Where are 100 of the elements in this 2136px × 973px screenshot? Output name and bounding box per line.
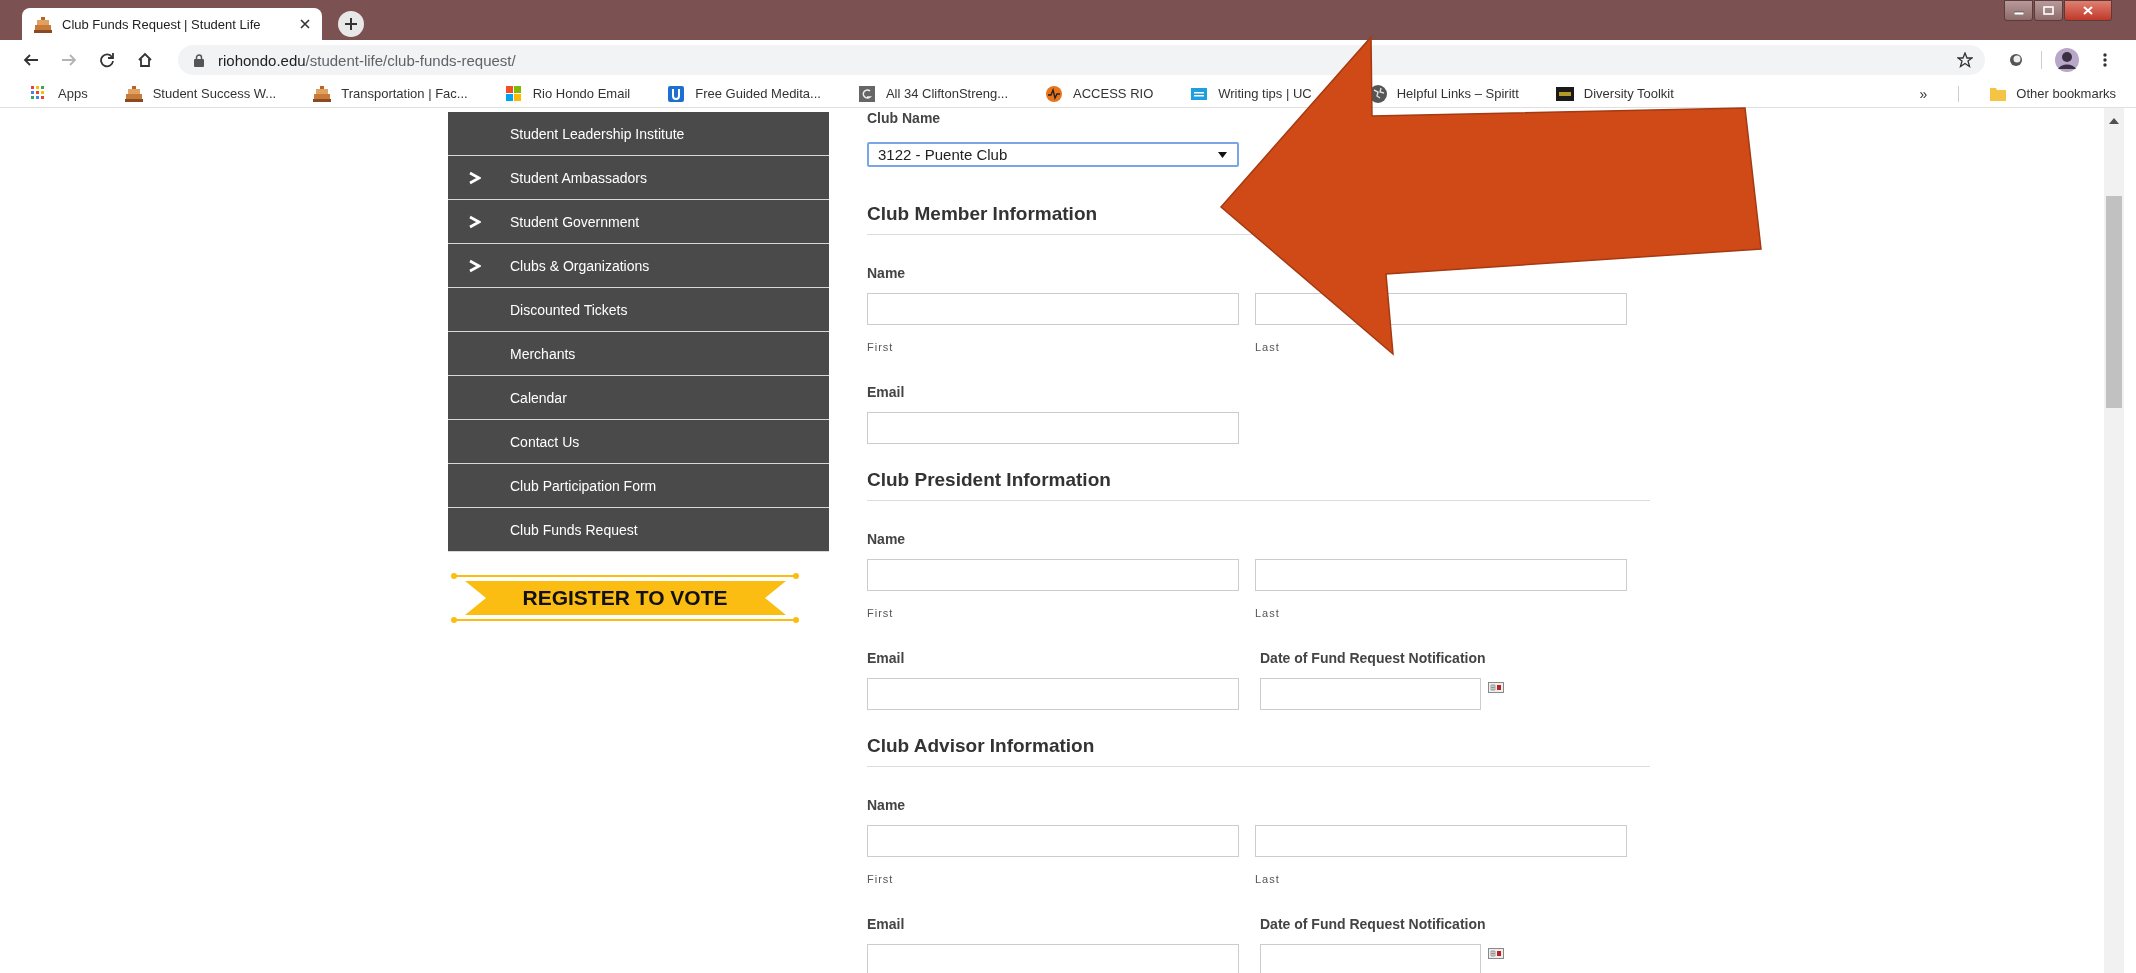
bookmark-label: Rio Hondo Email	[532, 86, 631, 101]
bookmark[interactable]: Diversity Toolkit	[1555, 84, 1674, 103]
bookmark[interactable]: ACCESS RIO	[1045, 84, 1154, 103]
first-name-field[interactable]	[867, 559, 1239, 591]
reload-icon	[99, 52, 115, 68]
restore-icon	[2043, 6, 2054, 15]
restore-button[interactable]	[2034, 0, 2063, 21]
last-name-field[interactable]	[1255, 825, 1627, 857]
sidebar-item[interactable]: Contact Us	[448, 420, 829, 464]
more-bookmarks-button[interactable]: »	[1919, 85, 1928, 102]
address-bar[interactable]: riohondo.edu/student-life/club-funds-request/	[178, 45, 1985, 75]
sidebar-item[interactable]: Club Participation Form	[448, 464, 829, 508]
circle-icon	[2008, 52, 2024, 68]
field-label: Date of Fund Request Notification	[1260, 916, 1487, 932]
lock-icon	[194, 53, 204, 67]
field-label: Name	[867, 797, 907, 813]
back-icon	[23, 52, 39, 68]
bookmark[interactable]: Transportation | Fac...	[313, 84, 468, 103]
bookmark-label: Apps	[58, 86, 88, 101]
new-tab-button[interactable]	[338, 11, 364, 37]
circle-icon	[1045, 84, 1064, 103]
browser-tab[interactable]: Club Funds Request | Student Life	[22, 8, 322, 40]
bookmark-label: Writing tips | UC	[1218, 86, 1312, 101]
bookmark-label: Helpful Links – Spiritt	[1396, 86, 1519, 101]
close-icon	[2083, 6, 2093, 15]
field-hint: First	[867, 872, 895, 886]
caret-icon	[1218, 151, 1227, 158]
calendar-icon	[1488, 682, 1504, 693]
field-label: Name	[867, 265, 907, 281]
sidebar-item[interactable]: Student Government	[448, 200, 829, 244]
scrollbar-thumb[interactable]	[2106, 196, 2122, 408]
tab-title: Club Funds Request | Student Life	[62, 16, 262, 32]
bookmark-label: Free Guided Medita...	[695, 86, 821, 101]
field-label: Email	[867, 650, 906, 666]
bookmark-label: All 34 CliftonStreng...	[885, 86, 1009, 101]
other-bookmarks[interactable]: Other bookmarks	[1990, 86, 2116, 101]
bookmark-label: Student Success W...	[152, 86, 277, 101]
chevron-icon	[468, 258, 481, 273]
close-icon	[300, 19, 310, 29]
bookmark[interactable]: Free Guided Medita...	[667, 84, 821, 103]
field-hint: First	[867, 340, 895, 354]
calendar-icon	[1488, 948, 1504, 959]
square-icon	[857, 84, 876, 103]
folder-icon	[1990, 86, 2007, 101]
field-label: Date of Fund Request Notification	[1260, 650, 1487, 666]
date-field[interactable]	[1260, 944, 1481, 973]
sidebar-item[interactable]: Merchants	[448, 332, 829, 376]
campus-icon	[313, 84, 332, 103]
field-hint: Last	[1255, 340, 1281, 354]
campus-icon	[34, 15, 52, 33]
chevron-icon	[468, 214, 481, 229]
bookmark-label: Other bookmarks	[2016, 86, 2116, 101]
forward-icon	[61, 52, 77, 68]
email-field[interactable]	[867, 944, 1239, 973]
field-hint: Last	[1255, 606, 1281, 620]
chevron-icon	[468, 170, 481, 185]
field-label: Email	[867, 916, 906, 932]
section-heading: Club President Information	[867, 468, 1650, 501]
calendar-button[interactable]	[1488, 682, 1504, 693]
bookmark-label: ACCESS RIO	[1073, 86, 1154, 101]
last-name-field[interactable]	[1255, 559, 1627, 591]
scrollbar[interactable]	[2104, 108, 2124, 973]
bookmark[interactable]: Writing tips | UC	[1190, 84, 1312, 103]
bookmark-label: Transportation | Fac...	[341, 86, 468, 101]
sidebar-item[interactable]: Clubs & Organizations	[448, 244, 829, 288]
bookmark-label: Diversity Toolkit	[1583, 86, 1674, 101]
close-button[interactable]	[2064, 0, 2112, 21]
avatar-icon	[2055, 48, 2079, 72]
bookmark[interactable]: All 34 CliftonStreng...	[857, 84, 1009, 103]
sidebar-item[interactable]: Discounted Tickets	[448, 288, 829, 332]
field-hint: Last	[1255, 872, 1281, 886]
email-field[interactable]	[867, 412, 1239, 444]
menu-icon	[2103, 52, 2107, 68]
square-icon	[667, 84, 686, 103]
section-heading: Club Advisor Information	[867, 734, 1650, 767]
calendar-button[interactable]	[1488, 948, 1504, 959]
url-text: riohondo.edu/student-life/club-funds-request/	[218, 51, 517, 69]
bookmark[interactable]: Student Success W...	[124, 84, 277, 103]
sidebar-item[interactable]: Student Leadership Institute	[448, 112, 829, 156]
club-name-dropdown[interactable]: 3122 - Puente Club	[867, 142, 1239, 167]
field-label: Club Name	[867, 110, 942, 126]
square-icon	[1555, 84, 1574, 103]
field-hint: First	[867, 606, 895, 620]
campus-icon	[124, 84, 143, 103]
bookmark-star-button[interactable]	[1957, 52, 1973, 68]
sidebar-item[interactable]: Calendar	[448, 376, 829, 420]
sidebar-item[interactable]: Club Funds Request	[448, 508, 829, 552]
bookmark[interactable]: Rio Hondo Email	[504, 84, 631, 103]
minimize-button[interactable]	[2004, 0, 2033, 21]
bookmark[interactable]: Apps	[30, 84, 88, 103]
field-label: Email	[867, 384, 906, 400]
first-name-field[interactable]	[867, 293, 1239, 325]
sidebar-item[interactable]: Student Ambassadors	[448, 156, 829, 200]
date-field[interactable]	[1260, 678, 1481, 710]
field-label: Name	[867, 531, 907, 547]
windows-icon	[504, 84, 523, 103]
home-icon	[137, 52, 153, 68]
scroll-up-icon	[2109, 118, 2119, 124]
first-name-field[interactable]	[867, 825, 1239, 857]
email-field[interactable]	[867, 678, 1239, 710]
